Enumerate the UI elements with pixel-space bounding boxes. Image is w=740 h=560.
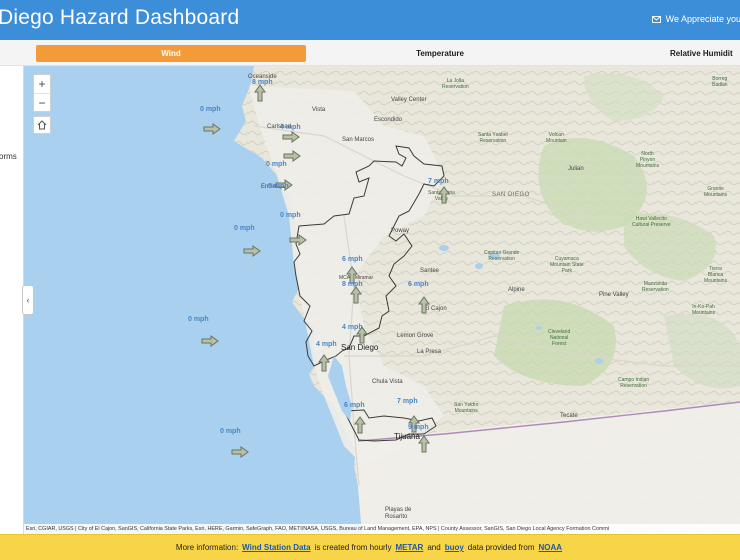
place-label: Alpine xyxy=(508,287,525,293)
place-label: Santee xyxy=(420,268,440,274)
wind-speed-label: 0 mph xyxy=(234,225,255,232)
tab-relative-humidity[interactable]: Relative Humidit xyxy=(670,45,740,62)
zoom-control: + − xyxy=(33,74,51,112)
tab-temperature[interactable]: Temperature xyxy=(380,45,500,62)
wind-arrow-icon[interactable] xyxy=(434,186,454,204)
basemap xyxy=(24,66,740,534)
region-label: SAN DIEGO xyxy=(492,192,530,198)
park-label: Capitan Grande Reservation xyxy=(484,250,520,262)
park-label: In-Ko-Pah Mountains xyxy=(692,304,716,316)
place-label: Vista xyxy=(312,107,326,113)
park-label: Cleveland National Forest xyxy=(548,329,571,347)
wind-arrow-icon[interactable] xyxy=(314,354,334,372)
wind-arrow-icon[interactable] xyxy=(242,244,262,258)
wind-speed-label: 4 mph xyxy=(280,124,301,131)
wind-arrow-icon[interactable] xyxy=(250,84,270,102)
place-label: Playas de Rosarito xyxy=(385,507,412,520)
footer-prefix: More information: xyxy=(175,543,239,552)
wind-speed-label: 7 mph xyxy=(428,178,449,185)
zoom-in-button[interactable]: + xyxy=(34,75,50,93)
footer-text: data provided from xyxy=(467,543,535,552)
wind-speed-label: 0 mph xyxy=(188,316,209,323)
wind-speed-label: 6 mph xyxy=(342,256,363,263)
wind-arrow-icon[interactable] xyxy=(281,130,301,144)
place-label: La Presa xyxy=(417,349,442,355)
lake xyxy=(536,326,542,330)
wind-arrow-icon[interactable] xyxy=(342,266,362,284)
wind-arrow-icon[interactable] xyxy=(200,334,220,348)
app-title: Diego Hazard Dashboard xyxy=(0,6,240,29)
zoom-out-button[interactable]: − xyxy=(34,93,50,111)
wind-speed-label: 4 mph xyxy=(342,324,363,331)
wind-arrow-icon[interactable] xyxy=(288,233,308,247)
wind-speed-label: 0 mph xyxy=(266,161,287,168)
feedback-text: We Appreciate your xyxy=(665,14,740,24)
chevron-left-icon: ‹ xyxy=(26,295,30,305)
wind-speed-label: 8 mph xyxy=(252,79,273,86)
park-label: Hawi Vallecito Cultural Preserve xyxy=(632,216,671,228)
dashboard-root: Diego Hazard Dashboard We Appreciate you… xyxy=(0,0,740,560)
noaa-link[interactable]: NOAA xyxy=(539,543,563,552)
wind-arrow-icon[interactable] xyxy=(202,122,222,136)
map-view[interactable]: + − Oceanside Vista Carlsbad San Marcos … xyxy=(24,66,740,534)
park-label: Cuyamaca Mountain State Park xyxy=(550,256,584,274)
panel-partial-text: orms xyxy=(0,152,17,161)
park-label: Tierra Blanca Mountains xyxy=(704,266,728,284)
map-attribution: Esri, CGIAR, USGS | City of El Cajon, Sa… xyxy=(24,524,740,534)
feedback-link[interactable]: We Appreciate your xyxy=(651,14,740,24)
place-label: Valley Center xyxy=(391,97,427,103)
home-button[interactable] xyxy=(33,116,51,134)
park-label: North Pinyon Mountains xyxy=(636,151,660,169)
home-icon xyxy=(37,120,47,130)
footer-text: is created from hourly xyxy=(314,543,392,552)
park-label: Granite Mountains xyxy=(704,186,728,198)
wind-speed-label: 4 mph xyxy=(316,341,337,348)
wind-arrow-icon[interactable] xyxy=(346,286,366,304)
place-label: Tecate xyxy=(560,413,578,419)
wind-station-data-link[interactable]: Wind Station Data xyxy=(242,543,310,552)
wind-speed-label: 8 mph xyxy=(342,281,363,288)
wind-speed-label: 0 mph xyxy=(200,106,221,113)
wind-speed-label: 7 mph xyxy=(397,398,418,405)
wind-arrow-icon[interactable] xyxy=(230,445,250,459)
lake xyxy=(475,263,483,269)
wind-speed-label: 0 mph xyxy=(220,428,241,435)
park-label: Santa Ysabel Reservation xyxy=(478,132,508,144)
place-label: Lemon Grove xyxy=(397,333,434,339)
wind-arrow-icon[interactable] xyxy=(414,296,434,314)
wind-speed-label: 6 mph xyxy=(344,402,365,409)
wind-speed-label: 0 mph xyxy=(268,183,289,190)
park-label: Campo Indian Reservation xyxy=(618,377,650,389)
lake xyxy=(595,358,603,364)
park-label: La Jolla Reservation xyxy=(442,78,469,90)
wind-speed-label: 6 mph xyxy=(408,281,429,288)
wind-speed-label: 9 mph xyxy=(408,424,429,431)
park-label: San Ysidro Mountains xyxy=(454,402,479,414)
tab-wind[interactable]: Wind xyxy=(36,45,306,62)
left-side-panel: orms xyxy=(0,66,24,534)
app-header: Diego Hazard Dashboard We Appreciate you… xyxy=(0,0,740,40)
hazard-tabs: Wind Temperature Relative Humidit xyxy=(0,40,740,66)
place-label: Poway xyxy=(391,228,410,234)
place-label: San Marcos xyxy=(342,137,375,143)
footer-text: and xyxy=(427,543,441,552)
place-label: Escondido xyxy=(374,117,403,123)
place-label: Chula Vista xyxy=(372,379,403,385)
park-label: Volcan Mountain xyxy=(546,132,567,144)
wind-arrow-icon[interactable] xyxy=(350,416,370,434)
info-footer: More information: Wind Station Data is c… xyxy=(0,534,740,560)
park-label: Borreg Badlan xyxy=(712,76,728,88)
lake xyxy=(439,245,449,251)
mail-icon xyxy=(651,15,661,23)
metar-link[interactable]: METAR xyxy=(395,543,423,552)
park-label: Manzanita Reservation xyxy=(642,281,669,293)
wind-arrow-icon[interactable] xyxy=(414,435,434,453)
buoy-link[interactable]: buoy xyxy=(445,543,464,552)
place-label: Pine Valley xyxy=(599,292,629,298)
panel-collapse-button[interactable]: ‹ xyxy=(22,285,34,315)
wind-speed-label: 0 mph xyxy=(280,212,301,219)
place-label: Julian xyxy=(568,166,584,172)
